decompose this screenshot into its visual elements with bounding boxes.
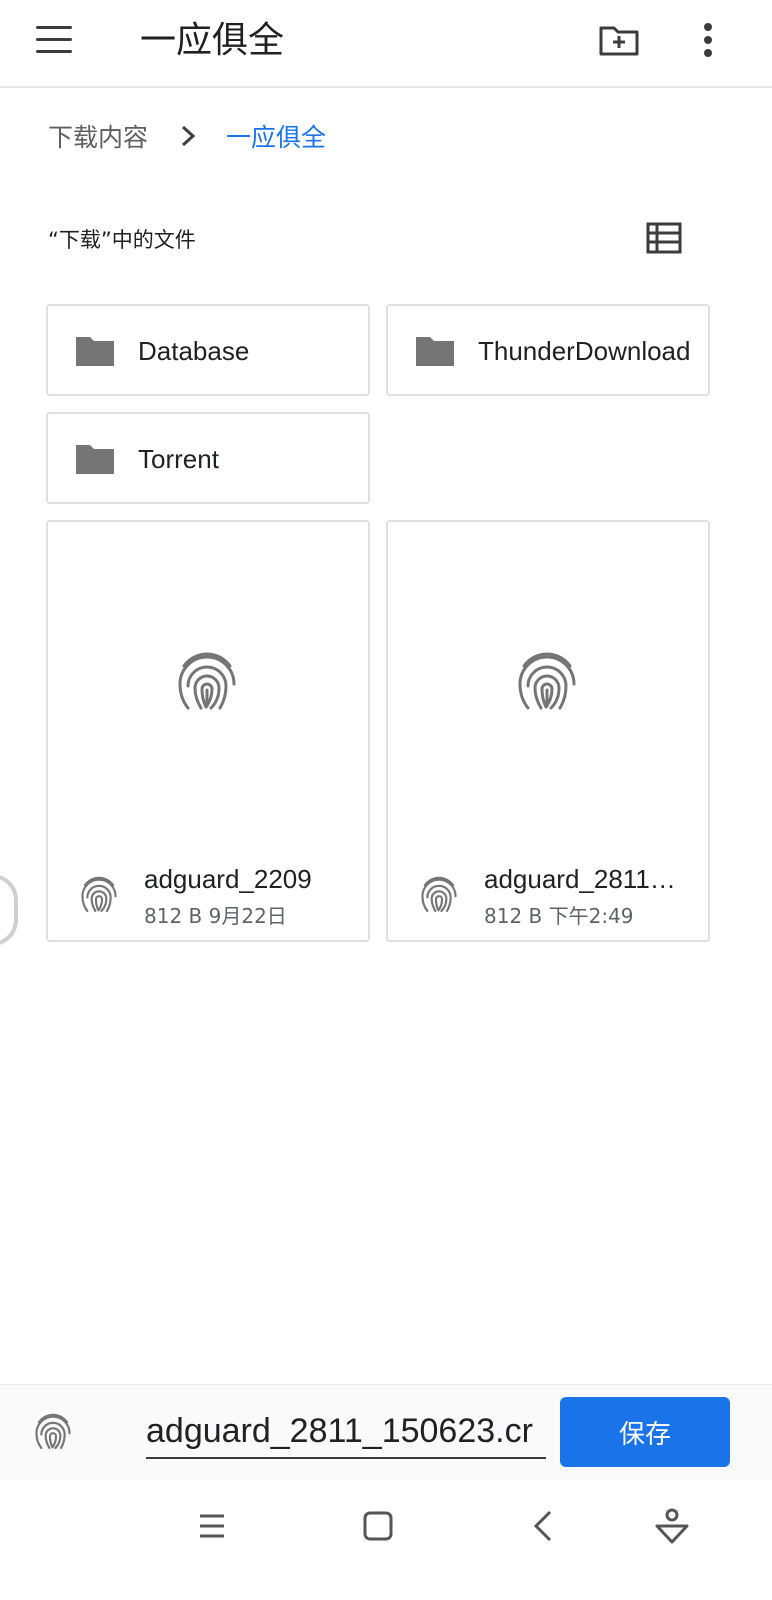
file-meta: 812 B 下午2:49 xyxy=(484,900,634,929)
save-button[interactable]: 保存 xyxy=(560,1397,730,1467)
section-title: “下载”中的文件 xyxy=(48,228,196,252)
system-nav-bar xyxy=(0,1480,772,1600)
file-size: 812 B xyxy=(484,904,543,928)
new-folder-icon[interactable] xyxy=(598,20,640,62)
folder-card[interactable]: ThunderDownload xyxy=(386,304,710,396)
fingerprint-icon xyxy=(35,1413,71,1450)
list-view-icon[interactable] xyxy=(646,222,682,254)
fingerprint-icon xyxy=(518,652,576,710)
menu-icon[interactable] xyxy=(36,26,72,56)
breadcrumb: 下载内容 一应俱全 xyxy=(48,116,326,156)
save-bar: adguard_2811_150623.cr 保存 xyxy=(0,1384,772,1480)
folder-card[interactable]: Torrent xyxy=(46,412,370,504)
fingerprint-icon xyxy=(421,876,457,913)
file-meta: 812 B 9月22日 xyxy=(144,900,287,929)
file-card[interactable]: adguard_2209 812 B 9月22日 xyxy=(46,520,370,942)
file-date: 下午2:49 xyxy=(548,904,634,928)
more-vert-icon[interactable] xyxy=(694,20,722,62)
folder-icon xyxy=(76,445,114,474)
page-title: 一应俱全 xyxy=(140,20,285,61)
folder-name: Database xyxy=(138,336,250,366)
breadcrumb-item-downloads[interactable]: 下载内容 xyxy=(48,118,148,154)
folder-card[interactable]: Database xyxy=(46,304,370,396)
file-date: 9月22日 xyxy=(208,904,287,928)
fingerprint-icon xyxy=(81,876,117,913)
assistant-icon[interactable] xyxy=(652,1506,692,1546)
folder-name: Torrent xyxy=(138,444,219,474)
file-name: adguard_2209 xyxy=(144,864,312,894)
folder-name: ThunderDownload xyxy=(478,336,691,366)
file-name: adguard_2811_150623 xyxy=(484,864,684,894)
recent-apps-icon[interactable] xyxy=(192,1506,232,1546)
back-icon[interactable] xyxy=(524,1506,564,1546)
fingerprint-icon xyxy=(178,652,236,710)
edge-back-gesture-indicator xyxy=(0,874,18,946)
app-bar: 一应俱全 xyxy=(0,0,772,88)
folder-icon xyxy=(76,337,114,366)
filename-input[interactable]: adguard_2811_150623.cr xyxy=(146,1407,546,1459)
home-icon[interactable] xyxy=(358,1506,398,1546)
breadcrumb-item-current[interactable]: 一应俱全 xyxy=(226,118,326,154)
chevron-right-icon xyxy=(182,125,196,147)
file-card[interactable]: adguard_2811_150623 812 B 下午2:49 xyxy=(386,520,710,942)
file-size: 812 B xyxy=(144,904,203,928)
folder-icon xyxy=(416,337,454,366)
